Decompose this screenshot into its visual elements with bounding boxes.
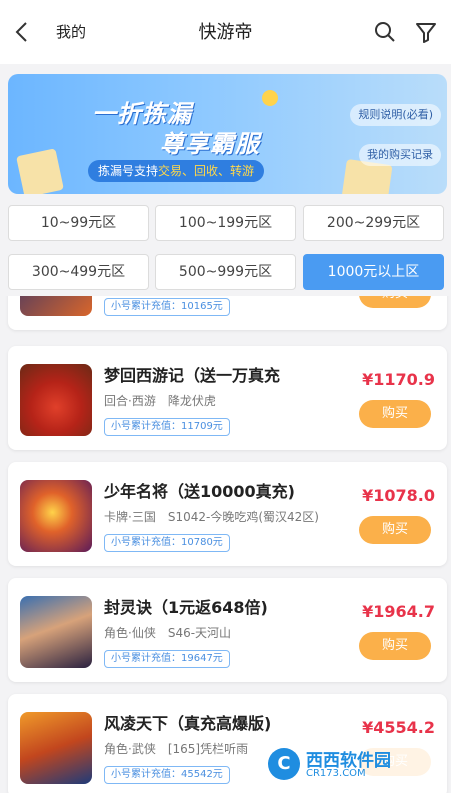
- range-10-99[interactable]: 10~99元区: [8, 205, 149, 241]
- price: ¥1964.7: [362, 602, 435, 621]
- promo-banner[interactable]: 一折拣漏 尊享霸服 拣漏号支持交易、回收、转游 规则说明(必看) 我的购买记录: [8, 74, 447, 194]
- game-thumbnail: [20, 364, 92, 436]
- filter-icon[interactable]: [414, 20, 438, 44]
- range-300-499[interactable]: 300~499元区: [8, 254, 149, 290]
- search-icon[interactable]: [373, 20, 397, 44]
- game-name: 梦回西游记（送一万真充: [104, 366, 281, 385]
- game-server: S1042-今晚吃鸡(蜀汉42区): [167, 510, 319, 524]
- total-charge-badge: 小号累计充值：10165元: [104, 298, 230, 316]
- banner-title-line2: 尊享霸服: [160, 130, 260, 158]
- game-server: S46-天河山: [167, 626, 232, 640]
- game-thumbnail: [20, 596, 92, 668]
- game-thumbnail: [20, 480, 92, 552]
- game-name: 风凌天下（真充高爆版): [104, 714, 272, 733]
- range-100-199[interactable]: 100~199元区: [155, 205, 296, 241]
- game-server: [165]凭栏听雨: [167, 742, 249, 756]
- game-tags: 卡牌·三国 S1042-今晚吃鸡(蜀汉42区): [104, 508, 319, 525]
- buy-button[interactable]: 购买: [359, 632, 431, 660]
- top-bar: 我的 快游帝: [0, 0, 451, 64]
- price: ¥1170.9: [362, 370, 435, 389]
- buy-button[interactable]: 购买: [359, 296, 431, 308]
- game-tags: 角色·武侠 [165]凭栏听雨: [104, 740, 248, 757]
- price: ¥1078.0: [362, 486, 435, 505]
- buy-button[interactable]: 购买: [359, 516, 431, 544]
- game-tags: 回合·西游 降龙伏虎: [104, 392, 216, 409]
- game-category: 角色·武侠: [104, 742, 156, 756]
- list-item[interactable]: 小号累计充值：10165元 购买: [8, 296, 447, 330]
- game-thumbnail: [20, 296, 92, 316]
- game-thumbnail: [20, 712, 92, 784]
- tagline-prefix: 拣漏号支持: [98, 164, 159, 178]
- total-charge-badge: 小号累计充值：11709元: [104, 418, 230, 436]
- game-name: 少年名将（送10000真充): [104, 482, 295, 501]
- range-500-999[interactable]: 500~999元区: [155, 254, 296, 290]
- total-charge-badge: 小号累计充值：19647元: [104, 650, 230, 668]
- site-watermark: C 西西软件园 CR173.COM: [262, 742, 434, 786]
- total-charge-badge: 小号累计充值：45542元: [104, 766, 230, 784]
- game-category: 回合·西游: [104, 394, 156, 408]
- game-category: 角色·仙侠: [104, 626, 156, 640]
- coupon-decoration-left: [16, 148, 64, 194]
- watermark-domain: CR173.COM: [306, 768, 366, 779]
- game-name: 封灵诀（1元返648倍): [104, 598, 268, 617]
- game-list[interactable]: 小号累计充值：10165元 购买 梦回西游记（送一万真充 回合·西游降龙伏虎 小…: [0, 296, 451, 793]
- watermark-logo-icon: C: [268, 748, 300, 780]
- range-200-299[interactable]: 200~299元区: [303, 205, 444, 241]
- tagline-highlight: 交易、回收、转游: [158, 164, 255, 178]
- moon-decoration: [262, 90, 278, 106]
- list-item[interactable]: 梦回西游记（送一万真充 回合·西游 降龙伏虎 小号累计充值：11709元 ¥117…: [8, 346, 447, 450]
- game-tags: 角色·仙侠 S46-天河山: [104, 624, 231, 641]
- list-item[interactable]: 封灵诀（1元返648倍) 角色·仙侠 S46-天河山 小号累计充值：19647元 …: [8, 578, 447, 682]
- rules-button[interactable]: 规则说明(必看): [350, 104, 441, 126]
- buy-button[interactable]: 购买: [359, 400, 431, 428]
- banner-tagline: 拣漏号支持交易、回收、转游: [88, 160, 265, 182]
- range-1000-plus[interactable]: 1000元以上区: [303, 254, 444, 290]
- game-category: 卡牌·三国: [104, 510, 156, 524]
- purchase-records-button[interactable]: 我的购买记录: [359, 144, 441, 166]
- price: ¥4554.2: [362, 718, 435, 737]
- game-server: 降龙伏虎: [167, 394, 216, 408]
- list-item[interactable]: 少年名将（送10000真充) 卡牌·三国 S1042-今晚吃鸡(蜀汉42区) 小号…: [8, 462, 447, 566]
- total-charge-badge: 小号累计充值：10780元: [104, 534, 230, 552]
